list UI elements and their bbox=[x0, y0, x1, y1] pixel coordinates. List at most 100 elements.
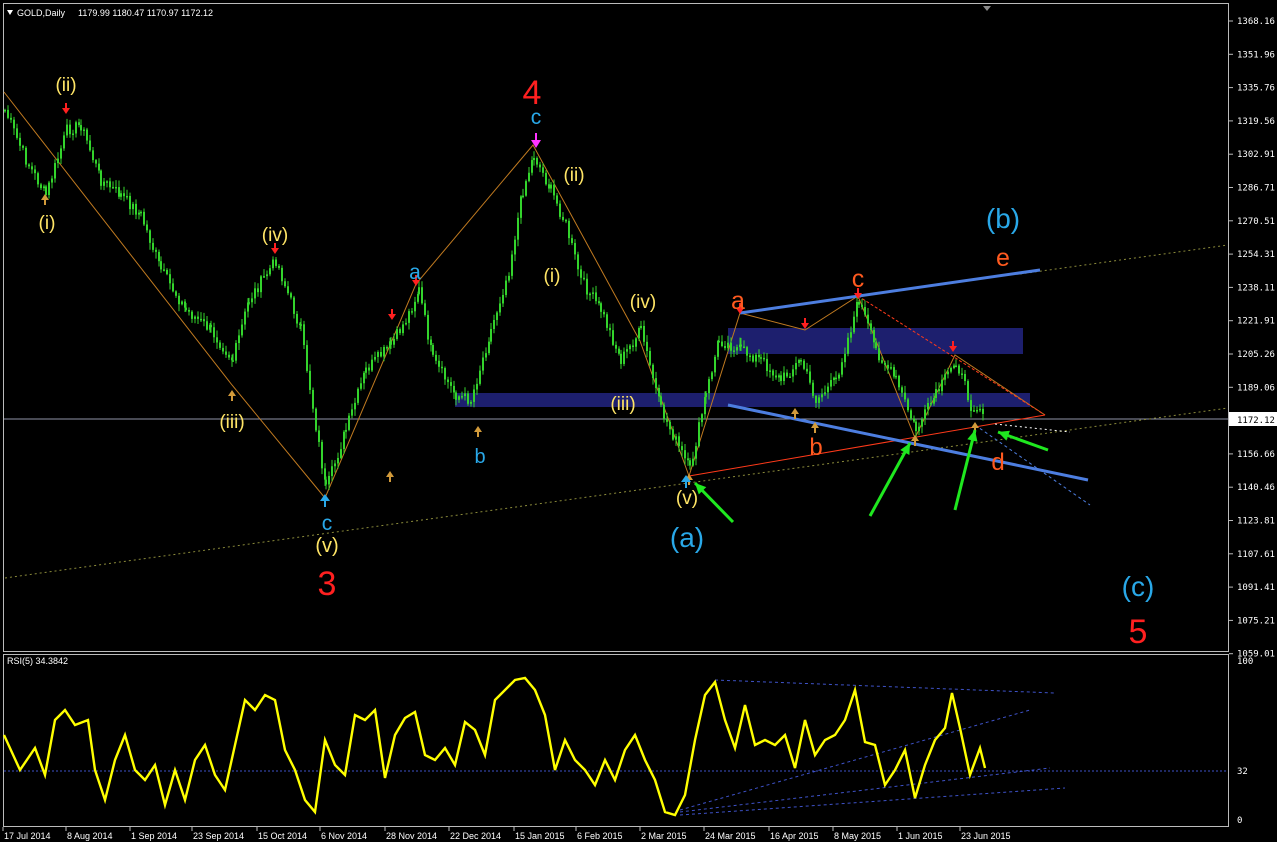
wave-label-w-b-2: b bbox=[809, 434, 822, 461]
candle-body bbox=[858, 301, 860, 305]
candle-body bbox=[589, 293, 591, 296]
candle-body bbox=[490, 328, 492, 342]
candle-body bbox=[692, 458, 694, 466]
candle-body bbox=[351, 409, 353, 416]
candle-body bbox=[772, 370, 774, 376]
wave-label-w-d: d bbox=[991, 449, 1004, 476]
candle-body bbox=[643, 325, 645, 342]
candle-body bbox=[961, 373, 963, 375]
candle-body bbox=[944, 374, 946, 380]
candle-body bbox=[666, 419, 668, 422]
candle-body bbox=[163, 269, 165, 271]
current-price-value: 1172.12 bbox=[1237, 416, 1275, 426]
candle-body bbox=[687, 458, 689, 461]
candle-body bbox=[260, 276, 262, 293]
candle-body bbox=[626, 349, 628, 352]
candle-body bbox=[520, 196, 522, 218]
wave-label-w-iv-2: (iv) bbox=[630, 292, 656, 313]
candle-body bbox=[281, 267, 283, 282]
candle-body bbox=[672, 429, 674, 440]
candle-body bbox=[120, 193, 122, 197]
candle-body bbox=[536, 158, 538, 165]
candle-body bbox=[809, 371, 811, 383]
candle-body bbox=[360, 383, 362, 389]
candle-body bbox=[340, 449, 342, 458]
candle-body bbox=[556, 195, 558, 204]
candle-body bbox=[16, 128, 18, 138]
candle-body bbox=[711, 372, 713, 380]
candle-body bbox=[893, 367, 895, 377]
candle-body bbox=[701, 414, 703, 423]
wave-label-w-ii-1: (ii) bbox=[55, 75, 76, 96]
candle-body bbox=[75, 122, 77, 134]
candle-body bbox=[749, 355, 751, 358]
candle-body bbox=[181, 301, 183, 305]
candle-body bbox=[309, 370, 311, 390]
fractal-down-icon bbox=[62, 108, 70, 114]
rsi-axis-0: 0 bbox=[1237, 816, 1242, 826]
candle-body bbox=[705, 393, 707, 398]
candlestick-series bbox=[4, 105, 984, 490]
chart-header[interactable]: GOLD,Daily 1179.99 1180.47 1170.97 1172.… bbox=[7, 8, 213, 18]
candle-body bbox=[640, 325, 642, 329]
time-axis: 17 Jul 2014 8 Aug 2014 1 Sep 2014 23 Sep 20… bbox=[2, 827, 1011, 841]
candle-body bbox=[22, 145, 24, 148]
candle-body bbox=[844, 353, 846, 363]
candle-body bbox=[194, 316, 196, 319]
price-tick-label: 1238.11 bbox=[1237, 283, 1275, 293]
candle-body bbox=[98, 163, 100, 171]
candle-body bbox=[830, 380, 832, 387]
candle-body bbox=[473, 389, 475, 402]
candle-body bbox=[72, 133, 74, 135]
candle-body bbox=[203, 319, 205, 322]
candle-body bbox=[775, 375, 777, 378]
candle-body bbox=[354, 402, 356, 410]
candle-body bbox=[172, 283, 174, 292]
candle-body bbox=[655, 378, 657, 388]
candle-body bbox=[365, 367, 367, 373]
candle-body bbox=[414, 301, 416, 312]
candle-body bbox=[698, 422, 700, 447]
candle-body bbox=[109, 181, 111, 188]
candle-body bbox=[321, 441, 323, 469]
candle-body bbox=[312, 389, 314, 409]
candle-body bbox=[306, 345, 308, 371]
shift-marker-icon[interactable] bbox=[983, 6, 991, 11]
triangle-down-icon[interactable] bbox=[7, 10, 13, 15]
candle-body bbox=[408, 311, 410, 323]
candle-body bbox=[275, 259, 277, 266]
time-tick-label: 16 Apr 2015 bbox=[770, 831, 819, 841]
price-tick-label: 1335.76 bbox=[1237, 84, 1275, 94]
wave-label-w-i-1: (i) bbox=[39, 213, 56, 234]
wave-label-w-v-1: (v) bbox=[315, 535, 338, 557]
candle-body bbox=[83, 129, 85, 132]
wave-label-w-iii-2: (iii) bbox=[610, 394, 635, 415]
candle-body bbox=[432, 344, 434, 355]
candle-body bbox=[368, 367, 370, 371]
candle-body bbox=[470, 401, 472, 404]
candle-body bbox=[786, 372, 788, 377]
candle-body bbox=[284, 281, 286, 287]
candle-body bbox=[126, 195, 128, 198]
candle-body bbox=[890, 367, 892, 369]
wave-label-w-c-3: c bbox=[852, 265, 865, 293]
candle-body bbox=[514, 239, 516, 255]
candle-body bbox=[565, 219, 567, 222]
price-tick-label: 1091.41 bbox=[1237, 583, 1275, 593]
candle-body bbox=[160, 261, 162, 270]
candle-body bbox=[334, 463, 336, 467]
candle-body bbox=[568, 220, 570, 239]
wave-label-w-c-2: c bbox=[531, 106, 542, 129]
fractal-down-icon bbox=[388, 314, 396, 320]
candle-body bbox=[806, 368, 808, 372]
candle-body bbox=[263, 276, 265, 278]
candle-body bbox=[216, 337, 218, 343]
candle-body bbox=[248, 302, 250, 304]
price-tick-label: 1319.56 bbox=[1237, 117, 1275, 127]
low-arrow-icon bbox=[320, 494, 330, 501]
candle-body bbox=[455, 392, 457, 400]
candle-body bbox=[815, 395, 817, 403]
candle-body bbox=[910, 410, 912, 419]
candle-body bbox=[818, 397, 820, 403]
candle-body bbox=[821, 394, 823, 398]
